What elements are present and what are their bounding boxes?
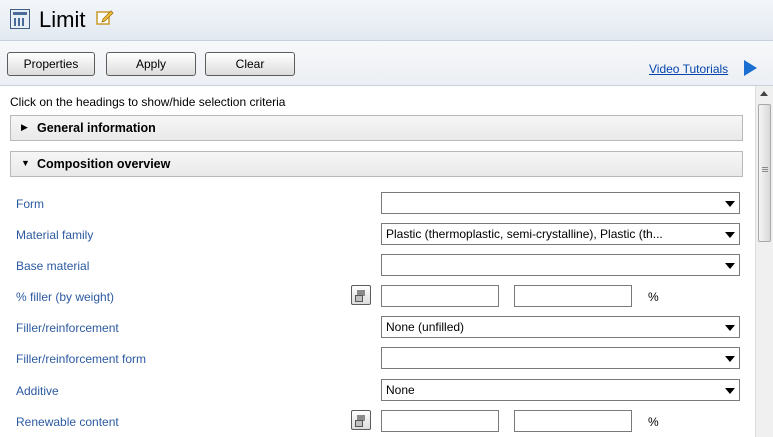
clear-button[interactable]: Clear	[205, 52, 295, 76]
selection-criteria-panel: Click on the headings to show/hide selec…	[0, 86, 755, 437]
renewable-max-input[interactable]	[514, 410, 632, 432]
toolbar: Properties Apply Clear Video Tutorials	[0, 41, 773, 86]
form-label: Form	[16, 197, 44, 211]
filler-max-input[interactable]	[514, 285, 632, 307]
instruction-text: Click on the headings to show/hide selec…	[10, 95, 286, 109]
filler-percent-label: % filler (by weight)	[16, 290, 115, 304]
grip-icon	[762, 167, 768, 173]
scroll-thumb[interactable]	[758, 104, 771, 242]
video-tutorials-link[interactable]: Video Tutorials	[649, 62, 728, 76]
material-family-label: Material family	[16, 228, 94, 242]
dropdown-arrow-icon[interactable]	[721, 225, 738, 243]
base-material-select[interactable]	[381, 254, 740, 276]
expand-arrow-icon: ▶	[21, 122, 28, 132]
additive-label: Additive	[16, 384, 59, 398]
dropdown-arrow-icon[interactable]	[721, 194, 738, 212]
material-family-select[interactable]: Plastic (thermoplastic, semi-crystalline…	[381, 223, 740, 245]
scroll-up-arrow-icon[interactable]	[760, 91, 768, 96]
calculator-icon[interactable]	[351, 410, 371, 430]
filler-unit: %	[648, 290, 659, 304]
select-value: Plastic (thermoplastic, semi-crystalline…	[386, 227, 663, 241]
title-bar: Limit	[0, 0, 773, 41]
renewable-min-input[interactable]	[381, 410, 499, 432]
dropdown-arrow-icon[interactable]	[721, 256, 738, 274]
window-title: Limit	[39, 7, 86, 32]
filler-reinforcement-form-select[interactable]	[381, 347, 740, 369]
dropdown-arrow-icon[interactable]	[721, 349, 738, 367]
section-label: General information	[37, 121, 156, 135]
renewable-content-label: Renewable content	[16, 415, 119, 429]
select-value: None (unfilled)	[386, 320, 465, 334]
calculator-icon[interactable]	[351, 285, 371, 305]
filler-reinforcement-form-label: Filler/reinforcement form	[16, 352, 147, 366]
collapse-arrow-icon: ▼	[21, 158, 30, 168]
dropdown-arrow-icon[interactable]	[721, 318, 738, 336]
renewable-unit: %	[648, 415, 659, 429]
vertical-scrollbar[interactable]	[755, 86, 773, 437]
base-material-label: Base material	[16, 259, 90, 273]
dropdown-arrow-icon[interactable]	[721, 381, 738, 399]
section-label: Composition overview	[37, 157, 171, 171]
additive-select[interactable]: None	[381, 379, 740, 401]
apply-button[interactable]: Apply	[106, 52, 196, 76]
section-general-information[interactable]: ▶ General information	[10, 115, 743, 141]
section-composition-overview[interactable]: ▼ Composition overview	[10, 151, 743, 177]
properties-button[interactable]: Properties	[7, 52, 95, 76]
form-select[interactable]	[381, 192, 740, 214]
edit-pencil-icon[interactable]	[96, 8, 114, 26]
filler-min-input[interactable]	[381, 285, 499, 307]
window-form-icon	[10, 9, 30, 29]
select-value: None	[386, 383, 415, 397]
filler-reinforcement-select[interactable]: None (unfilled)	[381, 316, 740, 338]
play-icon[interactable]	[744, 60, 757, 76]
filler-reinforcement-label: Filler/reinforcement	[16, 321, 119, 335]
